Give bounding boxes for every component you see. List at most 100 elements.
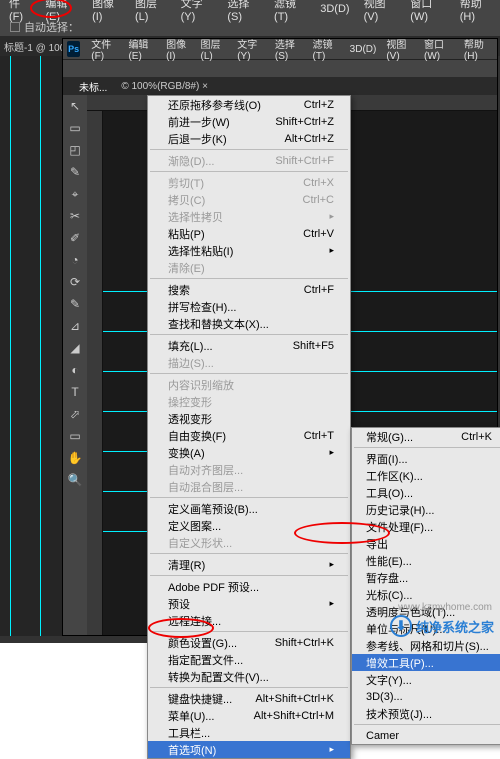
toolbox[interactable]: ↖▭◰✎⌖✂✐◔⟳✎⊿◢◐T⬀▭✋🔍 [63, 95, 87, 635]
menu-item-[interactable]: 远程连接... [148, 612, 350, 629]
menu-item[interactable]: 图像(I) [161, 34, 195, 64]
menu-item-[interactable]: 键盘快捷键...Alt+Shift+Ctrl+K [148, 690, 350, 707]
doc-tab[interactable]: © 100%(RGB/8#) × [121, 81, 208, 92]
menu-item-V[interactable]: 转换为配置文件(V)... [148, 668, 350, 685]
tool-button[interactable]: ◢ [63, 337, 87, 359]
menu-item-A[interactable]: 变换(A)▸ [148, 444, 350, 461]
menu-item-: 选择性拷贝▸ [148, 208, 350, 225]
menu-item-H[interactable]: 拼写检查(H)... [148, 298, 350, 315]
menu-item[interactable]: 选择(S) [270, 34, 308, 64]
menu-item-AdobePDF[interactable]: Adobe PDF 预设... [148, 578, 350, 595]
auto-select-label: 自动选择： [24, 19, 79, 35]
menu-item-F[interactable]: 自由变换(F)Ctrl+T [148, 427, 350, 444]
outer-menubar[interactable]: 件(F)编辑(E)图像(I)图层(L)文字(Y)选择(S)滤镜(T)3D(D)视… [0, 0, 500, 18]
submenu-arrow-icon: ▸ [329, 245, 334, 256]
menu-item[interactable]: 图像(I) [85, 0, 128, 25]
menu-item-L[interactable]: 填充(L)...Shift+F5 [148, 337, 350, 354]
submenu-item[interactable]: 历史记录(H)... [352, 501, 500, 518]
menu-item-[interactable]: 定义图案... [148, 517, 350, 534]
submenu-item[interactable]: 导出 [352, 535, 500, 552]
menu-item-O[interactable]: 还原拖移参考线(O)Ctrl+Z [148, 96, 350, 113]
submenu-item-label: Camer [366, 730, 399, 742]
tool-button[interactable]: ◔ [63, 249, 87, 271]
tool-button[interactable]: ◐ [63, 359, 87, 381]
inner-doc-tabs[interactable]: 未标... © 100%(RGB/8#) × [63, 77, 497, 95]
submenu-item[interactable]: 文字(Y)... [352, 671, 500, 688]
tool-button[interactable]: ⬀ [63, 403, 87, 425]
menu-item[interactable]: 选择(S) [220, 0, 267, 25]
menu-separator [150, 278, 348, 279]
menu-item[interactable]: 滤镜(T) [308, 34, 345, 64]
menu-item[interactable]: 图层(L) [128, 0, 174, 25]
submenu-item-label: 文件处理(F)... [366, 519, 433, 535]
tool-button[interactable]: ◰ [63, 139, 87, 161]
tool-button[interactable]: ↖ [63, 95, 87, 117]
tool-button[interactable]: ⌖ [63, 183, 87, 205]
ruler-vertical[interactable] [87, 111, 103, 635]
menu-item[interactable]: 图层(L) [196, 34, 233, 64]
submenu-item[interactable]: 技术预览(J)... [352, 705, 500, 722]
tool-button[interactable]: ✎ [63, 293, 87, 315]
tool-button[interactable]: ✂ [63, 205, 87, 227]
menu-item[interactable]: 3D(D) [313, 1, 356, 17]
menu-separator [150, 334, 348, 335]
tool-button[interactable]: ✐ [63, 227, 87, 249]
tool-button[interactable]: 🔍 [63, 469, 87, 491]
menu-item[interactable]: 帮助(H) [453, 0, 500, 25]
menu-item-X[interactable]: 查找和替换文本(X)... [148, 315, 350, 332]
submenu-item[interactable]: 暂存盘... [352, 569, 500, 586]
submenu-item[interactable]: 常规(G)...Ctrl+K [352, 428, 500, 445]
menu-item-[interactable]: 工具栏... [148, 724, 350, 741]
submenu-item[interactable]: 参考线、网格和切片(S)... [352, 637, 500, 654]
menu-item-label: 前进一步(W) [168, 114, 230, 130]
menu-item-[interactable]: 搜索Ctrl+F [148, 281, 350, 298]
menu-item[interactable]: 帮助(H) [459, 34, 497, 64]
submenu-item[interactable]: 文件处理(F)... [352, 518, 500, 535]
edit-menu-dropdown[interactable]: 还原拖移参考线(O)Ctrl+Z前进一步(W)Shift+Ctrl+Z后退一步(… [147, 95, 351, 759]
menu-item-W[interactable]: 前进一步(W)Shift+Ctrl+Z [148, 113, 350, 130]
submenu-item[interactable]: 界面(I)... [352, 450, 500, 467]
submenu-item[interactable]: 3D(3)... [352, 688, 500, 705]
menu-item-B[interactable]: 定义画笔预设(B)... [148, 500, 350, 517]
menu-item[interactable]: 3D(D) [345, 42, 382, 57]
menu-item[interactable]: 视图(V) [381, 34, 419, 64]
menu-item-[interactable]: 透视变形 [148, 410, 350, 427]
submenu-item[interactable]: 增效工具(P)... [352, 654, 500, 671]
menu-item-P[interactable]: 粘贴(P)Ctrl+V [148, 225, 350, 242]
tool-button[interactable]: ▭ [63, 425, 87, 447]
menu-item[interactable]: 文件(F) [86, 34, 123, 64]
menu-item[interactable]: 窗口(W) [403, 0, 452, 25]
doc-tab[interactable]: 未标... [79, 79, 107, 94]
auto-select-checkbox[interactable] [10, 22, 20, 32]
tool-button[interactable]: ▭ [63, 117, 87, 139]
menu-item[interactable]: 窗口(W) [419, 34, 459, 64]
menu-item-U[interactable]: 菜单(U)...Alt+Shift+Ctrl+M [148, 707, 350, 724]
submenu-arrow-icon: ▸ [329, 559, 334, 570]
submenu-item[interactable]: 光标(C)... [352, 586, 500, 603]
menu-item-K[interactable]: 后退一步(K)Alt+Ctrl+Z [148, 130, 350, 147]
tool-button[interactable]: ⊿ [63, 315, 87, 337]
menu-separator [150, 553, 348, 554]
shortcut-label: Ctrl+T [304, 430, 334, 442]
tool-button[interactable]: ✎ [63, 161, 87, 183]
menu-item[interactable]: 滤镜(T) [267, 0, 313, 25]
menu-item-I[interactable]: 选择性粘贴(I)▸ [148, 242, 350, 259]
tool-button[interactable]: ⟳ [63, 271, 87, 293]
submenu-item[interactable]: 工具(O)... [352, 484, 500, 501]
menu-item[interactable]: 编辑(E) [123, 34, 161, 64]
menu-item[interactable]: 文字(Y) [174, 0, 221, 25]
menu-item-label: 定义图案... [168, 518, 221, 534]
submenu-item[interactable]: Camer [352, 727, 500, 744]
menu-item-R[interactable]: 清理(R)▸ [148, 556, 350, 573]
menu-item-N[interactable]: 首选项(N)▸ [148, 741, 350, 758]
menu-item-[interactable]: 指定配置文件... [148, 651, 350, 668]
inner-menubar[interactable]: Ps 文件(F)编辑(E)图像(I)图层(L)文字(Y)选择(S)滤镜(T)3D… [63, 39, 497, 59]
menu-item-[interactable]: 预设▸ [148, 595, 350, 612]
tool-button[interactable]: ✋ [63, 447, 87, 469]
submenu-item[interactable]: 性能(E)... [352, 552, 500, 569]
preferences-submenu[interactable]: 常规(G)...Ctrl+K 界面(I)...工作区(K)...工具(O)...历… [351, 427, 500, 745]
menu-item[interactable]: 文字(Y) [232, 34, 270, 64]
submenu-item[interactable]: 工作区(K)... [352, 467, 500, 484]
tool-button[interactable]: T [63, 381, 87, 403]
menu-item[interactable]: 视图(V) [357, 0, 404, 25]
